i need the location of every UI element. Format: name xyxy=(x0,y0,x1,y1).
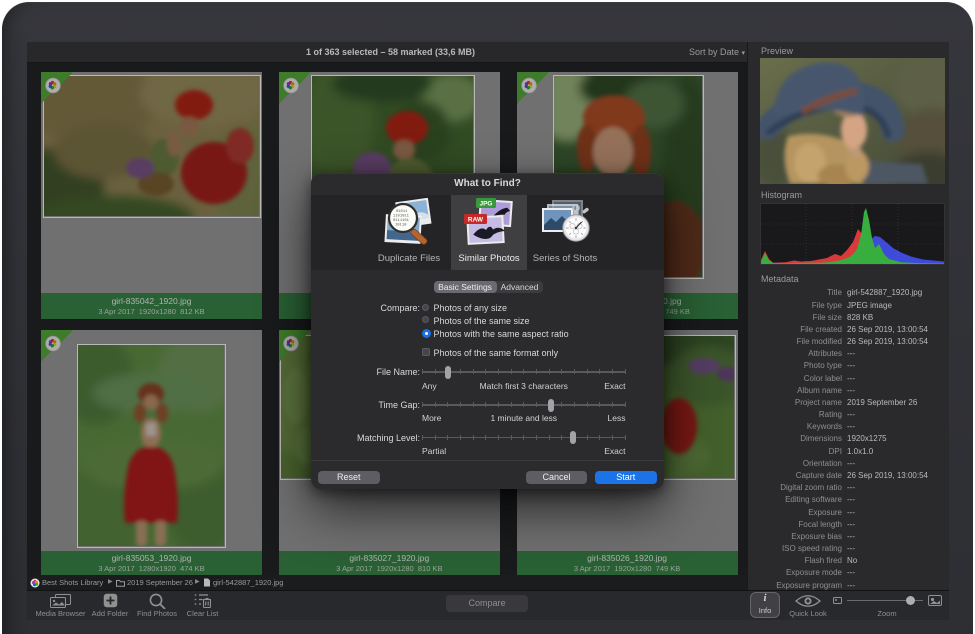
svg-text:0111101: 0111101 xyxy=(393,219,410,223)
svg-text:1101011: 1101011 xyxy=(393,215,410,219)
svg-text:01011: 01011 xyxy=(396,210,408,214)
svg-text:JPG: JPG xyxy=(479,201,492,208)
svg-text:RAW: RAW xyxy=(468,217,484,224)
svg-text:10110: 10110 xyxy=(395,224,407,228)
